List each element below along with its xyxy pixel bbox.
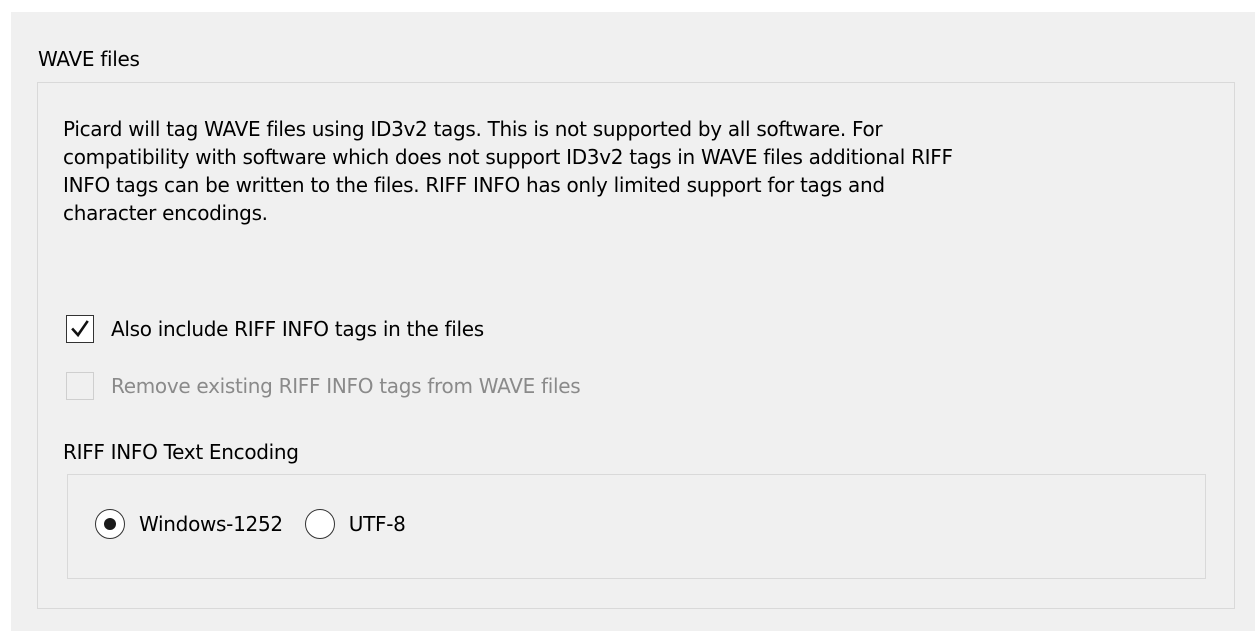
riff-encoding-group-title: RIFF INFO Text Encoding [63,440,299,464]
description-line: character encodings. [63,201,268,225]
remove-riff-info-checkbox: Remove existing RIFF INFO tags from WAVE… [66,370,581,402]
checkbox-box [66,372,94,400]
wave-files-description: Picard will tag WAVE files using ID3v2 t… [63,115,1193,227]
radio-dot-icon [104,518,116,530]
include-riff-info-checkbox[interactable]: Also include RIFF INFO tags in the files [66,313,484,345]
description-line: INFO tags can be written to the files. R… [63,173,885,197]
riff-encoding-options: Windows-1252 UTF-8 [95,507,406,541]
radio-windows-1252[interactable]: Windows-1252 [95,509,283,539]
checkbox-box[interactable] [66,315,94,343]
include-riff-info-label: Also include RIFF INFO tags in the files [111,317,484,341]
description-line: compatibility with software which does n… [63,145,953,169]
radio-button[interactable] [95,509,125,539]
radio-windows-1252-label: Windows-1252 [139,512,283,536]
wave-files-group-title: WAVE files [38,47,140,71]
radio-utf-8-label: UTF-8 [348,512,406,536]
radio-utf-8[interactable]: UTF-8 [304,509,406,539]
remove-riff-info-label: Remove existing RIFF INFO tags from WAVE… [111,374,581,398]
description-line: Picard will tag WAVE files using ID3v2 t… [63,117,883,141]
check-icon [71,320,89,338]
radio-button[interactable] [304,509,335,539]
